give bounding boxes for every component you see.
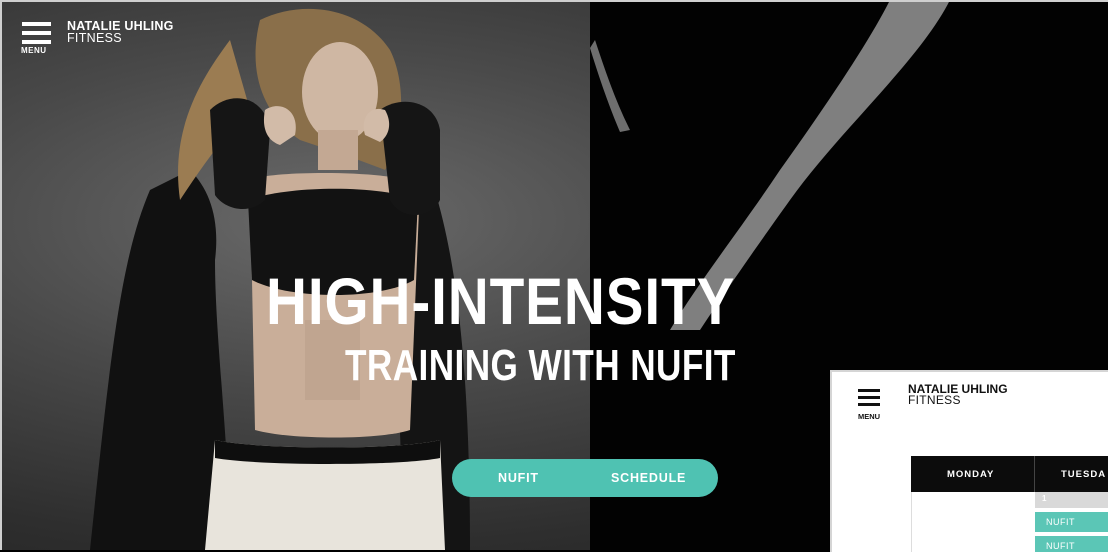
frame-left-edge [0,0,2,550]
day-number: 1 [1042,494,1047,503]
class-slot[interactable]: NUFIT [1035,512,1108,532]
schedule-header-row: MONDAY TUESDA [911,456,1108,492]
class-slot-label: NUFIT [1046,517,1075,527]
frame-top-edge [0,0,1108,2]
menu-icon[interactable] [858,389,882,410]
menu-icon[interactable] [22,22,52,49]
schedule-cell-monday [911,492,1035,552]
hero-headline: HIGH-INTENSITY [266,264,736,338]
brand-subtitle: FITNESS [908,393,961,407]
cta-button-group: NUFIT SCHEDULE [452,459,718,497]
column-header-tuesday: TUESDA [1061,469,1107,480]
brand-subtitle: FITNESS [67,31,122,45]
column-divider [1034,456,1035,492]
menu-label[interactable]: MENU [21,46,47,55]
nufit-button[interactable]: NUFIT [498,471,539,485]
brand-logo[interactable]: NATALIE UHLING FITNESS [908,383,1008,407]
brand-logo[interactable]: NATALIE UHLING FITNESS [67,20,174,45]
menu-label[interactable]: MENU [858,412,880,421]
hero-subheadline: TRAINING WITH NUFIT [345,341,736,390]
schedule-button[interactable]: SCHEDULE [611,471,686,485]
schedule-preview-card: MENU NATALIE UHLING FITNESS MONDAY TUESD… [830,370,1108,552]
column-header-monday: MONDAY [947,469,995,480]
